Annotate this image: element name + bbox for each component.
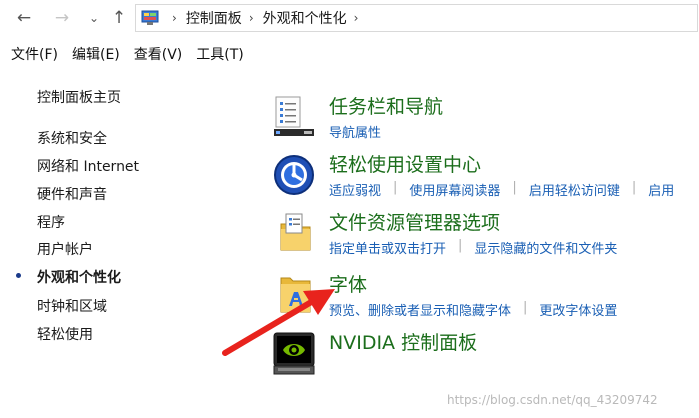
nav-appearance-current: 外观和个性化 <box>37 270 121 286</box>
category-title[interactable]: NVIDIA 控制面板 <box>329 328 477 355</box>
ease-of-access-icon[interactable] <box>272 154 316 198</box>
menu-bar: 文件(F) 编辑(E) 查看(V) 工具(T) <box>0 40 699 68</box>
link-low-vision[interactable]: 适应弱视 <box>329 180 381 199</box>
left-nav-pane: 控制面板主页 系统和安全 网络和 Internet 硬件和声音 程序 用户帐户 … <box>0 76 250 416</box>
link-separator: | <box>631 180 637 195</box>
link-show-hidden-files[interactable]: 显示隐藏的文件和文件夹 <box>474 238 617 257</box>
link-navigation-properties[interactable]: 导航属性 <box>329 122 381 141</box>
nav-user-accounts[interactable]: 用户帐户 <box>37 239 93 259</box>
address-box[interactable]: › 控制面板 › 外观和个性化 › <box>135 4 698 32</box>
nav-clock-region[interactable]: 时钟和区域 <box>37 296 107 316</box>
current-page-bullet-icon <box>16 273 21 278</box>
recent-locations-chevron-icon[interactable]: ⌄ <box>83 7 105 29</box>
link-preview-fonts[interactable]: 预览、删除或者显示和隐藏字体 <box>329 300 511 319</box>
nav-ease-of-access[interactable]: 轻松使用 <box>37 324 93 344</box>
category-title[interactable]: 文件资源管理器选项 <box>329 208 500 235</box>
nav-control-panel-home[interactable]: 控制面板主页 <box>37 87 121 107</box>
annotation-arrow-icon <box>222 289 335 356</box>
breadcrumb-separator-icon[interactable]: › <box>354 11 359 25</box>
link-separator: | <box>458 238 463 253</box>
back-arrow-icon[interactable]: ← <box>13 7 35 29</box>
breadcrumb-separator-icon: › <box>172 11 177 25</box>
nav-programs[interactable]: 程序 <box>37 212 65 232</box>
watermark: https://blog.csdn.net/qq_43209742 <box>447 393 658 407</box>
menu-tools[interactable]: 工具(T) <box>196 44 243 64</box>
nav-system-security[interactable]: 系统和安全 <box>37 128 107 148</box>
breadcrumb-separator-icon: › <box>248 11 254 25</box>
link-font-settings[interactable]: 更改字体设置 <box>539 300 617 319</box>
nav-network-internet[interactable]: 网络和 Internet <box>37 156 139 176</box>
control-panel-icon <box>141 10 159 26</box>
taskbar-icon[interactable] <box>272 96 316 140</box>
category-links: 预览、删除或者显示和隐藏字体 | 更改字体设置 <box>329 300 617 319</box>
breadcrumb-control-panel[interactable]: 控制面板 <box>186 8 242 28</box>
menu-edit[interactable]: 编辑(E) <box>72 44 120 64</box>
menu-view[interactable]: 查看(V) <box>134 44 183 64</box>
category-links: 适应弱视 | 使用屏幕阅读器 | 启用轻松访问键 | 启用 <box>329 180 674 199</box>
up-arrow-icon[interactable]: ↑ <box>108 7 130 29</box>
category-links: 导航属性 <box>329 122 381 141</box>
link-separator: | <box>512 180 517 195</box>
address-bar-row: ← → ⌄ ↑ › 控制面板 › 外观和个性化 › <box>0 0 699 38</box>
folder-options-icon[interactable] <box>272 212 316 256</box>
link-ease-keys[interactable]: 启用轻松访问键 <box>529 180 620 199</box>
link-separator: | <box>393 180 398 195</box>
link-separator: | <box>523 300 528 315</box>
forward-arrow-icon[interactable]: → <box>51 7 73 29</box>
nav-hardware-sound[interactable]: 硬件和声音 <box>37 184 107 204</box>
category-links: 指定单击或双击打开 | 显示隐藏的文件和文件夹 <box>329 238 617 257</box>
category-title[interactable]: 任务栏和导航 <box>329 92 443 119</box>
menu-file[interactable]: 文件(F) <box>11 44 58 64</box>
link-single-double-click[interactable]: 指定单击或双击打开 <box>329 238 446 257</box>
link-screen-reader[interactable]: 使用屏幕阅读器 <box>409 180 500 199</box>
category-title[interactable]: 轻松使用设置中心 <box>329 150 481 177</box>
link-enable-truncated[interactable]: 启用 <box>648 180 674 199</box>
breadcrumb-appearance[interactable]: 外观和个性化 <box>263 8 347 28</box>
